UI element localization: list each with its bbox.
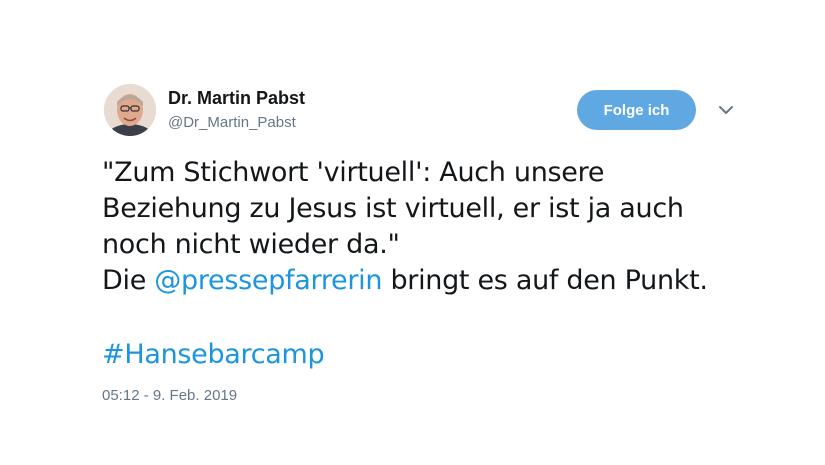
hashtag-link[interactable]: #Hansebarcamp [102, 339, 325, 370]
author-handle[interactable]: @Dr_Martin_Pabst [168, 114, 296, 131]
mention-link[interactable]: @pressepfarrerin [154, 265, 382, 296]
chevron-down-icon[interactable] [717, 103, 735, 117]
tweet-text-line: noch nicht wieder da." [102, 229, 400, 260]
author-display-name[interactable]: Dr. Martin Pabst [168, 88, 305, 109]
tweet-timestamp[interactable]: 05:12 - 9. Feb. 2019 [102, 387, 237, 404]
hashtag-line: #Hansebarcamp [102, 337, 325, 373]
follow-button[interactable]: Folge ich [577, 90, 696, 130]
tweet-text-prefix: Die [102, 265, 155, 296]
tweet-text-line: Die @pressepfarrerin bringt es auf den P… [102, 263, 802, 299]
avatar[interactable] [104, 84, 156, 136]
tweet-text-line: "Zum Stichwort 'virtuell': Auch unsere [102, 157, 605, 188]
tweet-card: Dr. Martin Pabst @Dr_Martin_Pabst Folge … [0, 0, 825, 465]
profile-photo-icon [104, 84, 156, 136]
tweet-text-suffix: bringt es auf den Punkt. [382, 265, 708, 296]
tweet-text: "Zum Stichwort 'virtuell': Auch unsere B… [102, 155, 802, 299]
tweet-text-line: Beziehung zu Jesus ist virtuell, er ist … [102, 193, 684, 224]
